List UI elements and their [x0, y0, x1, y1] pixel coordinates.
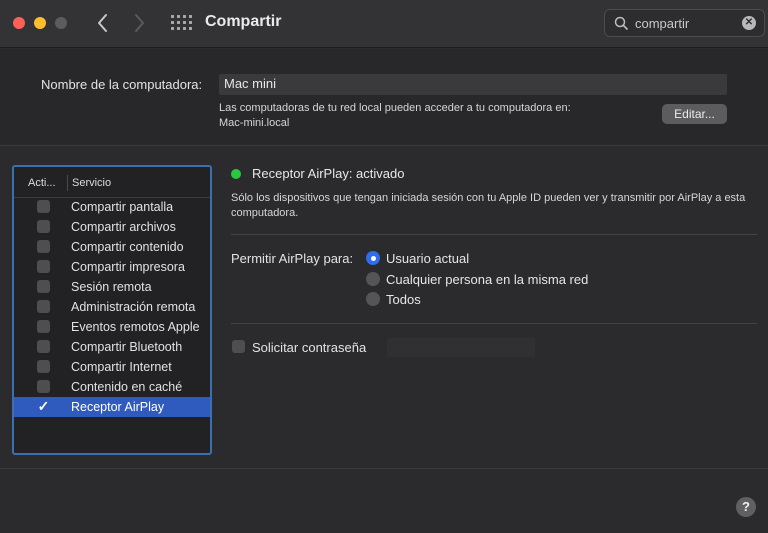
column-header-service[interactable]: Servicio — [72, 177, 111, 189]
service-checkbox[interactable] — [37, 340, 50, 353]
computer-address-description: Las computadoras de tu red local pueden … — [219, 101, 571, 131]
service-checkbox[interactable] — [37, 200, 50, 213]
service-description: Sólo los dispositivos que tengan iniciad… — [231, 192, 746, 219]
service-label: Compartir impresora — [71, 260, 185, 274]
status-indicator — [231, 169, 241, 179]
edit-button[interactable]: Editar... — [662, 104, 727, 124]
service-row[interactable]: Compartir impresora — [14, 257, 210, 277]
services-list[interactable]: Acti... Servicio Compartir pantalla Comp… — [12, 165, 212, 455]
service-row[interactable]: Compartir Internet — [14, 357, 210, 377]
search-field[interactable]: compartir ✕ — [604, 9, 765, 37]
address-info-text: Las computadoras de tu red local pueden … — [219, 102, 571, 114]
help-button[interactable]: ? — [736, 497, 756, 517]
service-row[interactable]: Compartir pantalla — [14, 197, 210, 217]
service-row[interactable]: Sesión remota — [14, 277, 210, 297]
radio-label-current-user[interactable]: Usuario actual — [386, 251, 469, 266]
service-row[interactable]: Compartir contenido — [14, 237, 210, 257]
service-checkbox[interactable] — [37, 280, 50, 293]
service-label: Receptor AirPlay — [71, 400, 165, 414]
divider — [231, 323, 757, 324]
require-password-checkbox[interactable] — [232, 340, 245, 353]
service-row[interactable]: Compartir Bluetooth — [14, 337, 210, 357]
column-divider — [67, 175, 68, 191]
service-label: Compartir Internet — [71, 360, 172, 374]
service-row[interactable]: Administración remota — [14, 297, 210, 317]
back-button[interactable] — [91, 10, 115, 36]
title-bar: Compartir compartir ✕ — [0, 0, 768, 48]
service-row[interactable]: Compartir archivos — [14, 217, 210, 237]
search-input[interactable]: compartir — [635, 16, 689, 31]
service-label: Eventos remotos Apple — [71, 320, 200, 334]
close-window-button[interactable] — [13, 17, 25, 29]
require-password-label[interactable]: Solicitar contraseña — [252, 340, 366, 355]
allow-airplay-label: Permitir AirPlay para: — [231, 251, 354, 266]
search-icon — [614, 16, 628, 30]
service-label: Contenido en caché — [71, 380, 183, 394]
column-header-on[interactable]: Acti... — [28, 177, 56, 189]
radio-label-everyone[interactable]: Todos — [386, 292, 421, 307]
chevron-left-icon — [98, 14, 107, 32]
service-checkbox[interactable] — [37, 320, 50, 333]
checkmark-icon[interactable]: ✓ — [37, 399, 50, 413]
service-label: Administración remota — [71, 300, 196, 314]
service-checkbox[interactable] — [37, 300, 50, 313]
chevron-right-icon — [135, 14, 144, 32]
service-label: Compartir Bluetooth — [71, 340, 183, 354]
service-row-selected[interactable]: ✓ Receptor AirPlay — [14, 397, 210, 417]
services-list-header: Acti... Servicio — [14, 167, 210, 198]
forward-button[interactable] — [127, 10, 151, 36]
clear-icon[interactable]: ✕ — [742, 16, 756, 30]
password-field[interactable] — [387, 338, 535, 357]
computer-name-label: Nombre de la computadora: — [41, 77, 203, 92]
radio-everyone[interactable] — [366, 292, 380, 306]
zoom-window-button[interactable] — [55, 17, 67, 29]
service-label: Sesión remota — [71, 280, 152, 294]
service-status: Receptor AirPlay: activado — [252, 166, 405, 181]
window-title: Compartir — [205, 13, 282, 30]
computer-name-section — [0, 49, 768, 146]
service-checkbox[interactable] — [37, 260, 50, 273]
minimize-window-button[interactable] — [34, 17, 46, 29]
radio-label-same-network[interactable]: Cualquier persona en la misma red — [386, 272, 588, 287]
service-label: Compartir contenido — [71, 240, 184, 254]
service-checkbox[interactable] — [37, 240, 50, 253]
local-hostname: Mac-mini.local — [219, 117, 290, 129]
service-checkbox[interactable] — [37, 360, 50, 373]
service-row[interactable]: Contenido en caché — [14, 377, 210, 397]
radio-same-network[interactable] — [366, 272, 380, 286]
service-row[interactable]: Eventos remotos Apple — [14, 317, 210, 337]
service-label: Compartir archivos — [71, 220, 176, 234]
service-label: Compartir pantalla — [71, 200, 174, 214]
radio-current-user[interactable] — [366, 251, 380, 265]
footer-divider — [0, 468, 768, 469]
service-checkbox[interactable] — [37, 380, 50, 393]
service-checkbox[interactable] — [37, 220, 50, 233]
show-all-grid-button[interactable] — [170, 14, 192, 32]
divider — [231, 234, 757, 235]
computer-name-field[interactable]: Mac mini — [219, 74, 727, 95]
